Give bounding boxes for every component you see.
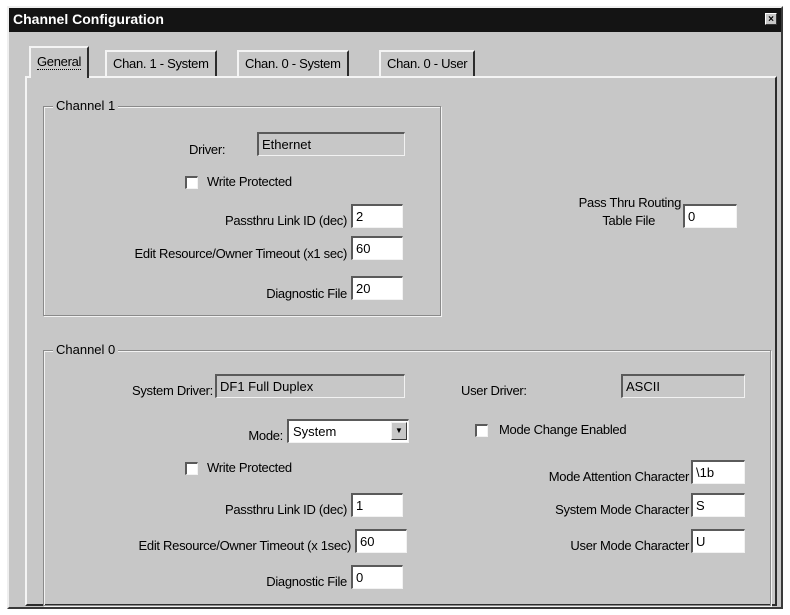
mode-change-enabled-label: Mode Change Enabled: [499, 422, 627, 437]
channel0-passthru-input[interactable]: 1: [351, 493, 403, 517]
title-bar[interactable]: Channel Configuration ×: [9, 8, 781, 32]
channel1-group-label: Channel 1: [53, 98, 119, 113]
channel1-edit-timeout-label: Edit Resource/Owner Timeout (x1 sec): [134, 246, 348, 261]
tab-chan1-system-label: Chan. 1 - System: [113, 56, 209, 71]
tab-general[interactable]: General: [29, 46, 90, 78]
channel0-user-driver-field: ASCII: [621, 374, 745, 398]
mode-attention-input[interactable]: \1b: [691, 460, 745, 484]
user-mode-char-label: User Mode Character: [570, 538, 689, 553]
channel0-group-label: Channel 0: [53, 342, 119, 357]
channel-configuration-window: Channel Configuration × General Chan. 1 …: [7, 6, 783, 609]
mode-attention-label: Mode Attention Character: [548, 469, 690, 484]
channel0-diagnostic-input[interactable]: 0: [351, 565, 403, 589]
channel1-write-protected-label: Write Protected: [207, 174, 292, 189]
tab-general-label: General: [37, 54, 82, 70]
channel0-diagnostic-label: Diagnostic File: [266, 574, 347, 589]
channel0-edit-timeout-label: Edit Resource/Owner Timeout (x 1sec): [138, 538, 352, 553]
window-title: Channel Configuration: [13, 11, 164, 27]
tab-chan1-system[interactable]: Chan. 1 - System: [105, 50, 217, 76]
channel1-driver-field: Ethernet: [257, 132, 405, 156]
channel1-passthru-input[interactable]: 2: [351, 204, 403, 228]
chevron-down-icon[interactable]: ▼: [391, 422, 407, 440]
tab-chan0-user-label: Chan. 0 - User: [387, 56, 468, 71]
channel0-mode-select[interactable]: System ▼: [287, 419, 409, 443]
tab-chan0-user[interactable]: Chan. 0 - User: [379, 50, 476, 76]
mode-change-enabled-checkbox[interactable]: [475, 424, 488, 437]
channel0-write-protected-label: Write Protected: [207, 460, 292, 475]
channel1-diagnostic-label: Diagnostic File: [266, 286, 347, 301]
channel0-write-protected-checkbox[interactable]: [185, 462, 198, 475]
routing-label-line2: Table File: [602, 213, 655, 228]
channel1-write-protected-checkbox[interactable]: [185, 176, 198, 189]
channel0-system-driver-label: System Driver:: [131, 383, 213, 398]
channel1-driver-label: Driver:: [189, 142, 226, 157]
tab-chan0-system-label: Chan. 0 - System: [245, 56, 341, 71]
channel0-edit-timeout-input[interactable]: 60: [355, 529, 407, 553]
close-icon[interactable]: ×: [765, 13, 777, 25]
channel0-passthru-label: Passthru Link ID (dec): [224, 502, 347, 517]
tab-chan0-system[interactable]: Chan. 0 - System: [237, 50, 349, 76]
routing-label-line1: Pass Thru Routing: [578, 195, 682, 210]
channel1-passthru-label: Passthru Link ID (dec): [224, 213, 347, 228]
system-mode-char-label: System Mode Character: [555, 502, 689, 517]
channel0-mode-label: Mode:: [248, 428, 283, 443]
routing-table-file-input[interactable]: 0: [683, 204, 737, 228]
channel1-edit-timeout-input[interactable]: 60: [351, 236, 403, 260]
channel1-diagnostic-input[interactable]: 20: [351, 276, 403, 300]
channel0-system-driver-field: DF1 Full Duplex: [215, 374, 405, 398]
channel0-mode-value: System: [293, 424, 337, 439]
channel0-user-driver-label: User Driver:: [461, 383, 527, 398]
user-mode-char-input[interactable]: U: [691, 529, 745, 553]
system-mode-char-input[interactable]: S: [691, 493, 745, 517]
